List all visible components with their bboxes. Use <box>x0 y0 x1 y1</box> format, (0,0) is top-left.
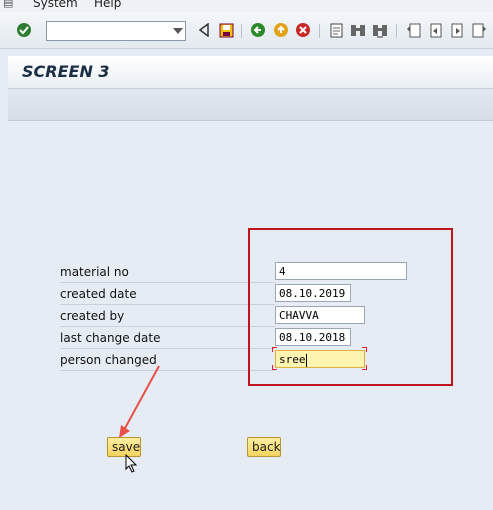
first-page-icon[interactable] <box>405 22 421 38</box>
last-page-icon[interactable] <box>471 22 487 38</box>
field-label-created-date: created date <box>60 284 275 305</box>
exit-icon[interactable] <box>273 22 289 38</box>
screen-title: SCREEN 3 <box>22 62 110 81</box>
mouse-cursor-icon <box>125 454 138 473</box>
standard-toolbar <box>0 12 493 49</box>
previous-page-icon[interactable] <box>427 22 443 38</box>
back-triangle-icon[interactable] <box>196 22 212 38</box>
field-label-material-no: material no <box>60 262 275 283</box>
menu-help[interactable]: Help <box>94 0 121 10</box>
next-page-icon[interactable] <box>449 22 465 38</box>
print-icon[interactable] <box>328 22 344 38</box>
field-label-last-change-date: last change date <box>60 328 275 349</box>
menu-icon[interactable]: ▤ <box>3 0 13 9</box>
menu-bar: ▤ System Help <box>0 0 493 12</box>
command-field[interactable] <box>46 21 186 41</box>
enter-check-icon[interactable] <box>16 22 32 38</box>
back-button[interactable]: back <box>247 437 281 457</box>
menu-system[interactable]: System <box>33 0 78 10</box>
save-icon[interactable] <box>218 22 234 38</box>
find-icon[interactable] <box>350 22 366 38</box>
cancel-icon[interactable] <box>295 22 311 38</box>
field-label-created-by: created by <box>60 306 275 327</box>
find-next-icon[interactable] <box>372 22 388 38</box>
chevron-down-icon[interactable] <box>173 28 183 34</box>
highlight-box <box>248 228 453 386</box>
back-icon[interactable] <box>250 22 266 38</box>
field-label-person-changed: person changed <box>60 350 275 371</box>
screen-title-bar: SCREEN 3 <box>8 56 493 89</box>
application-toolbar <box>8 89 493 121</box>
